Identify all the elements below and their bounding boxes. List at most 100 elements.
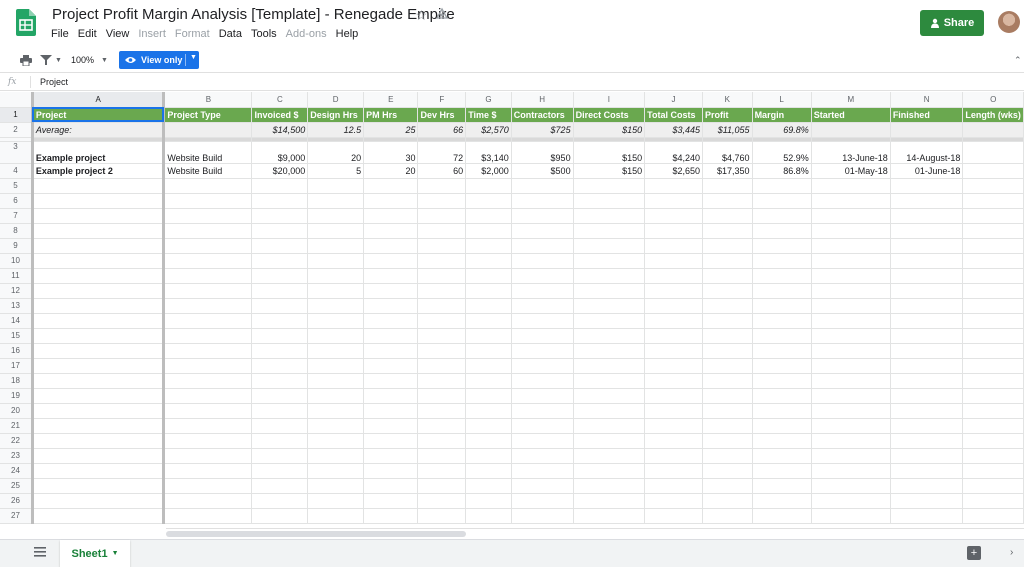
empty-cell[interactable] <box>962 358 1024 374</box>
empty-cell[interactable] <box>251 193 309 209</box>
column-header-f[interactable]: F <box>417 92 467 108</box>
empty-cell[interactable] <box>890 328 964 344</box>
empty-cell[interactable] <box>32 328 166 344</box>
empty-cell[interactable] <box>511 433 574 449</box>
data-cell[interactable]: $3,140 <box>465 141 512 164</box>
empty-cell[interactable] <box>511 358 574 374</box>
empty-cell[interactable] <box>702 328 753 344</box>
empty-cell[interactable] <box>32 433 166 449</box>
data-cell[interactable]: 01-June-18 <box>890 163 964 179</box>
empty-cell[interactable] <box>890 283 964 299</box>
empty-cell[interactable] <box>163 208 253 224</box>
empty-cell[interactable] <box>890 253 964 269</box>
header-cell[interactable]: Project Type <box>163 107 253 123</box>
empty-cell[interactable] <box>251 223 309 239</box>
empty-cell[interactable] <box>32 448 166 464</box>
empty-cell[interactable] <box>251 418 309 434</box>
data-cell[interactable]: Example project 2 <box>32 163 166 179</box>
row-number[interactable]: 25 <box>0 478 34 494</box>
empty-cell[interactable] <box>573 478 646 494</box>
row-number[interactable]: 12 <box>0 283 34 299</box>
data-cell[interactable]: $17,350 <box>702 163 753 179</box>
empty-cell[interactable] <box>702 358 753 374</box>
row-number[interactable]: 21 <box>0 418 34 434</box>
empty-cell[interactable] <box>251 343 309 359</box>
average-cell[interactable]: 66 <box>417 122 467 138</box>
empty-cell[interactable] <box>573 448 646 464</box>
empty-cell[interactable] <box>811 268 891 284</box>
empty-cell[interactable] <box>752 463 812 479</box>
empty-cell[interactable] <box>752 238 812 254</box>
data-cell[interactable] <box>962 163 1024 179</box>
empty-cell[interactable] <box>811 283 891 299</box>
average-cell[interactable] <box>163 122 253 138</box>
empty-cell[interactable] <box>417 418 467 434</box>
row-number[interactable]: 1 <box>0 107 34 123</box>
empty-cell[interactable] <box>251 298 309 314</box>
empty-cell[interactable] <box>811 388 891 404</box>
empty-cell[interactable] <box>163 403 253 419</box>
empty-cell[interactable] <box>752 193 812 209</box>
empty-cell[interactable] <box>752 478 812 494</box>
data-cell[interactable]: 14-August-18 <box>890 141 964 164</box>
empty-cell[interactable] <box>307 403 365 419</box>
average-cell[interactable] <box>890 122 964 138</box>
empty-cell[interactable] <box>644 418 703 434</box>
menu-item-help[interactable]: Help <box>336 28 364 44</box>
empty-cell[interactable] <box>32 388 166 404</box>
empty-cell[interactable] <box>465 403 512 419</box>
empty-cell[interactable] <box>465 208 512 224</box>
average-cell[interactable] <box>962 122 1024 138</box>
empty-cell[interactable] <box>890 238 964 254</box>
header-cell[interactable]: Invoiced $ <box>251 107 309 123</box>
empty-cell[interactable] <box>962 238 1024 254</box>
empty-cell[interactable] <box>511 238 574 254</box>
header-cell[interactable]: Dev Hrs <box>417 107 467 123</box>
average-cell[interactable]: 69.8% <box>752 122 812 138</box>
empty-cell[interactable] <box>511 478 574 494</box>
empty-cell[interactable] <box>32 253 166 269</box>
average-cell[interactable]: 25 <box>363 122 419 138</box>
sheet-tab-chevron-down-icon[interactable]: ▼ <box>112 550 119 557</box>
average-cell[interactable]: Average: <box>32 122 166 138</box>
empty-cell[interactable] <box>890 418 964 434</box>
empty-cell[interactable] <box>363 298 419 314</box>
empty-cell[interactable] <box>465 328 512 344</box>
header-cell[interactable]: Design Hrs <box>307 107 365 123</box>
empty-cell[interactable] <box>511 388 574 404</box>
empty-cell[interactable] <box>890 463 964 479</box>
empty-cell[interactable] <box>890 268 964 284</box>
menu-item-file[interactable]: File <box>51 28 74 44</box>
select-all-corner[interactable] <box>0 92 34 108</box>
empty-cell[interactable] <box>32 373 166 389</box>
average-cell[interactable] <box>811 122 891 138</box>
star-icon[interactable]: ☆ <box>415 7 428 24</box>
empty-cell[interactable] <box>811 193 891 209</box>
empty-cell[interactable] <box>573 268 646 284</box>
empty-cell[interactable] <box>573 403 646 419</box>
empty-cell[interactable] <box>644 478 703 494</box>
row-number[interactable]: 15 <box>0 328 34 344</box>
empty-cell[interactable] <box>417 358 467 374</box>
menu-item-format[interactable]: Format <box>175 28 215 44</box>
empty-cell[interactable] <box>962 283 1024 299</box>
empty-cell[interactable] <box>363 493 419 509</box>
empty-cell[interactable] <box>307 238 365 254</box>
empty-cell[interactable] <box>811 463 891 479</box>
empty-cell[interactable] <box>417 313 467 329</box>
empty-cell[interactable] <box>811 433 891 449</box>
empty-cell[interactable] <box>511 418 574 434</box>
explore-icon[interactable]: + <box>967 546 981 560</box>
empty-cell[interactable] <box>465 313 512 329</box>
empty-cell[interactable] <box>307 298 365 314</box>
column-header-j[interactable]: J <box>644 92 703 108</box>
empty-cell[interactable] <box>702 193 753 209</box>
empty-cell[interactable] <box>32 223 166 239</box>
empty-cell[interactable] <box>962 253 1024 269</box>
empty-cell[interactable] <box>363 463 419 479</box>
empty-cell[interactable] <box>251 178 309 194</box>
empty-cell[interactable] <box>644 343 703 359</box>
empty-cell[interactable] <box>702 298 753 314</box>
column-header-b[interactable]: B <box>163 92 253 108</box>
data-cell[interactable]: $4,760 <box>702 141 753 164</box>
